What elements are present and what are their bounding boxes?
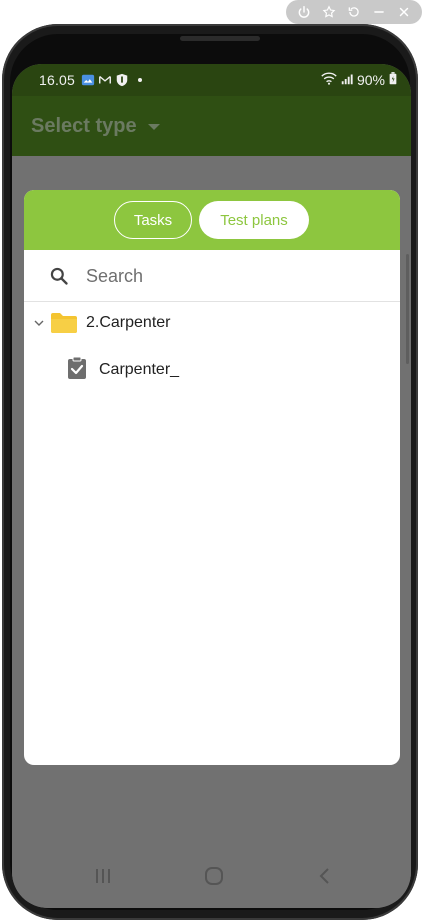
home-icon[interactable] <box>201 866 227 886</box>
rotate-icon[interactable] <box>345 3 363 21</box>
folder-icon <box>50 312 78 334</box>
speaker-grille <box>180 36 260 41</box>
phone-frame: 16.05 90% Select type Tasks Test plans S… <box>2 24 418 920</box>
wifi-icon <box>321 72 337 88</box>
minimize-icon[interactable] <box>370 3 388 21</box>
recents-icon[interactable] <box>90 866 116 886</box>
folder-label: 2.Carpenter <box>86 314 171 331</box>
star-icon[interactable] <box>320 3 338 21</box>
tab-test-plans[interactable]: Test plans <box>199 201 309 239</box>
tree-folder-row[interactable]: 2.Carpenter <box>24 308 400 342</box>
system-nav-bar <box>12 844 411 908</box>
power-icon[interactable] <box>295 3 313 21</box>
back-icon[interactable] <box>312 866 338 886</box>
tab-tasks[interactable]: Tasks <box>114 201 192 239</box>
signal-icon <box>341 72 353 88</box>
notification-icons <box>81 73 129 87</box>
notification-dot <box>138 78 142 82</box>
close-icon[interactable] <box>395 3 413 21</box>
search-input[interactable] <box>86 262 376 290</box>
gallery-icon <box>81 73 95 87</box>
select-type-dropdown[interactable]: Select type <box>31 115 137 138</box>
status-time: 16.05 <box>39 72 76 88</box>
app-bar: Select type <box>12 96 411 156</box>
search-icon <box>49 266 69 286</box>
emulator-canvas: 16.05 90% Select type Tasks Test plans S… <box>0 0 422 924</box>
gmail-icon <box>98 73 112 87</box>
status-right-group: 90% <box>321 72 397 88</box>
tree-item-row[interactable]: Carpenter_ <box>24 352 400 386</box>
item-label: Carpenter_ <box>99 361 180 378</box>
status-bar: 16.05 90% <box>12 64 411 96</box>
shield-icon <box>115 73 129 87</box>
emulator-toolbar <box>286 0 422 24</box>
caret-down-icon[interactable] <box>148 124 160 130</box>
task-checklist-icon <box>66 356 88 380</box>
battery-icon <box>389 72 397 88</box>
phone-screen: 16.05 90% Select type Tasks Test plans S… <box>12 64 411 908</box>
search-bar <box>24 250 400 302</box>
chevron-down-icon[interactable] <box>33 316 45 328</box>
scrollbar-thumb[interactable] <box>406 254 409 364</box>
dialog-tab-header: Tasks Test plans <box>24 190 400 250</box>
battery-percent: 90% <box>356 72 385 88</box>
type-picker-dialog: Tasks Test plans 2.Carpent <box>24 190 400 765</box>
